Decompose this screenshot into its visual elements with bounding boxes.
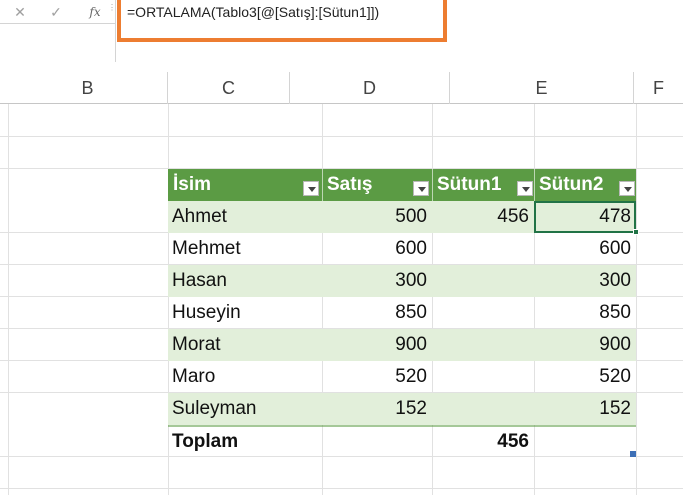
grid-line: [0, 136, 683, 137]
cell-sutun2[interactable]: 600: [534, 233, 636, 265]
cell-sutun1[interactable]: [432, 361, 534, 393]
cell-sutun2[interactable]: 520: [534, 361, 636, 393]
header-separator: [432, 169, 433, 201]
filter-dropdown-icon[interactable]: [413, 181, 429, 196]
cell-satis[interactable]: 500: [322, 201, 432, 233]
cell-isim[interactable]: Maro: [168, 361, 322, 393]
drag-handle-icon[interactable]: ⋮: [108, 4, 116, 18]
total-sutun2[interactable]: [534, 426, 636, 458]
header-separator: [534, 169, 535, 201]
fill-handle[interactable]: [633, 229, 639, 235]
cell-isim[interactable]: Huseyin: [168, 297, 322, 329]
cell-sutun1[interactable]: [432, 233, 534, 265]
cell-isim[interactable]: Suleyman: [168, 393, 322, 425]
cell-satis[interactable]: 900: [322, 329, 432, 361]
column-header-e[interactable]: E: [450, 72, 634, 104]
total-label[interactable]: Toplam: [168, 426, 322, 458]
cancel-icon[interactable]: ✕: [10, 2, 30, 22]
grid-line: [8, 104, 9, 495]
cell-satis[interactable]: 152: [322, 393, 432, 425]
cell-sutun2[interactable]: 152: [534, 393, 636, 425]
filter-dropdown-icon[interactable]: [619, 181, 635, 196]
cell-isim[interactable]: Morat: [168, 329, 322, 361]
insert-function-icon[interactable]: fx: [84, 1, 106, 23]
total-satis[interactable]: [322, 426, 432, 458]
cell-satis[interactable]: 300: [322, 265, 432, 297]
grid-line: [636, 104, 637, 495]
cell-isim[interactable]: Ahmet: [168, 201, 322, 233]
cell-sutun1[interactable]: [432, 329, 534, 361]
cell-sutun2[interactable]: 900: [534, 329, 636, 361]
column-header-d[interactable]: D: [290, 72, 450, 104]
column-header-b[interactable]: B: [8, 72, 168, 104]
cell-sutun2[interactable]: 300: [534, 265, 636, 297]
column-header-c[interactable]: C: [168, 72, 290, 104]
cell-sutun1[interactable]: [432, 297, 534, 329]
header-separator: [322, 169, 323, 201]
formula-highlight-box: [117, 0, 447, 42]
cell-sutun1[interactable]: [432, 265, 534, 297]
header-isim[interactable]: İsim: [168, 169, 322, 201]
table-resize-handle[interactable]: [630, 451, 636, 457]
cell-sutun2[interactable]: 850: [534, 297, 636, 329]
cell-isim[interactable]: Mehmet: [168, 233, 322, 265]
filter-dropdown-icon[interactable]: [303, 181, 319, 196]
filter-dropdown-icon[interactable]: [517, 181, 533, 196]
cell-sutun1[interactable]: 456: [432, 201, 534, 233]
total-sutun1[interactable]: 456: [432, 426, 534, 458]
cell-satis[interactable]: 850: [322, 297, 432, 329]
grid-line: [0, 488, 683, 489]
enter-icon[interactable]: ✓: [46, 2, 66, 22]
column-header-f[interactable]: F: [634, 72, 683, 104]
cell-satis[interactable]: 520: [322, 361, 432, 393]
formula-separator: [115, 0, 116, 62]
active-cell-selection[interactable]: [534, 201, 636, 233]
cell-isim[interactable]: Hasan: [168, 265, 322, 297]
cell-satis[interactable]: 600: [322, 233, 432, 265]
cell-sutun1[interactable]: [432, 393, 534, 425]
